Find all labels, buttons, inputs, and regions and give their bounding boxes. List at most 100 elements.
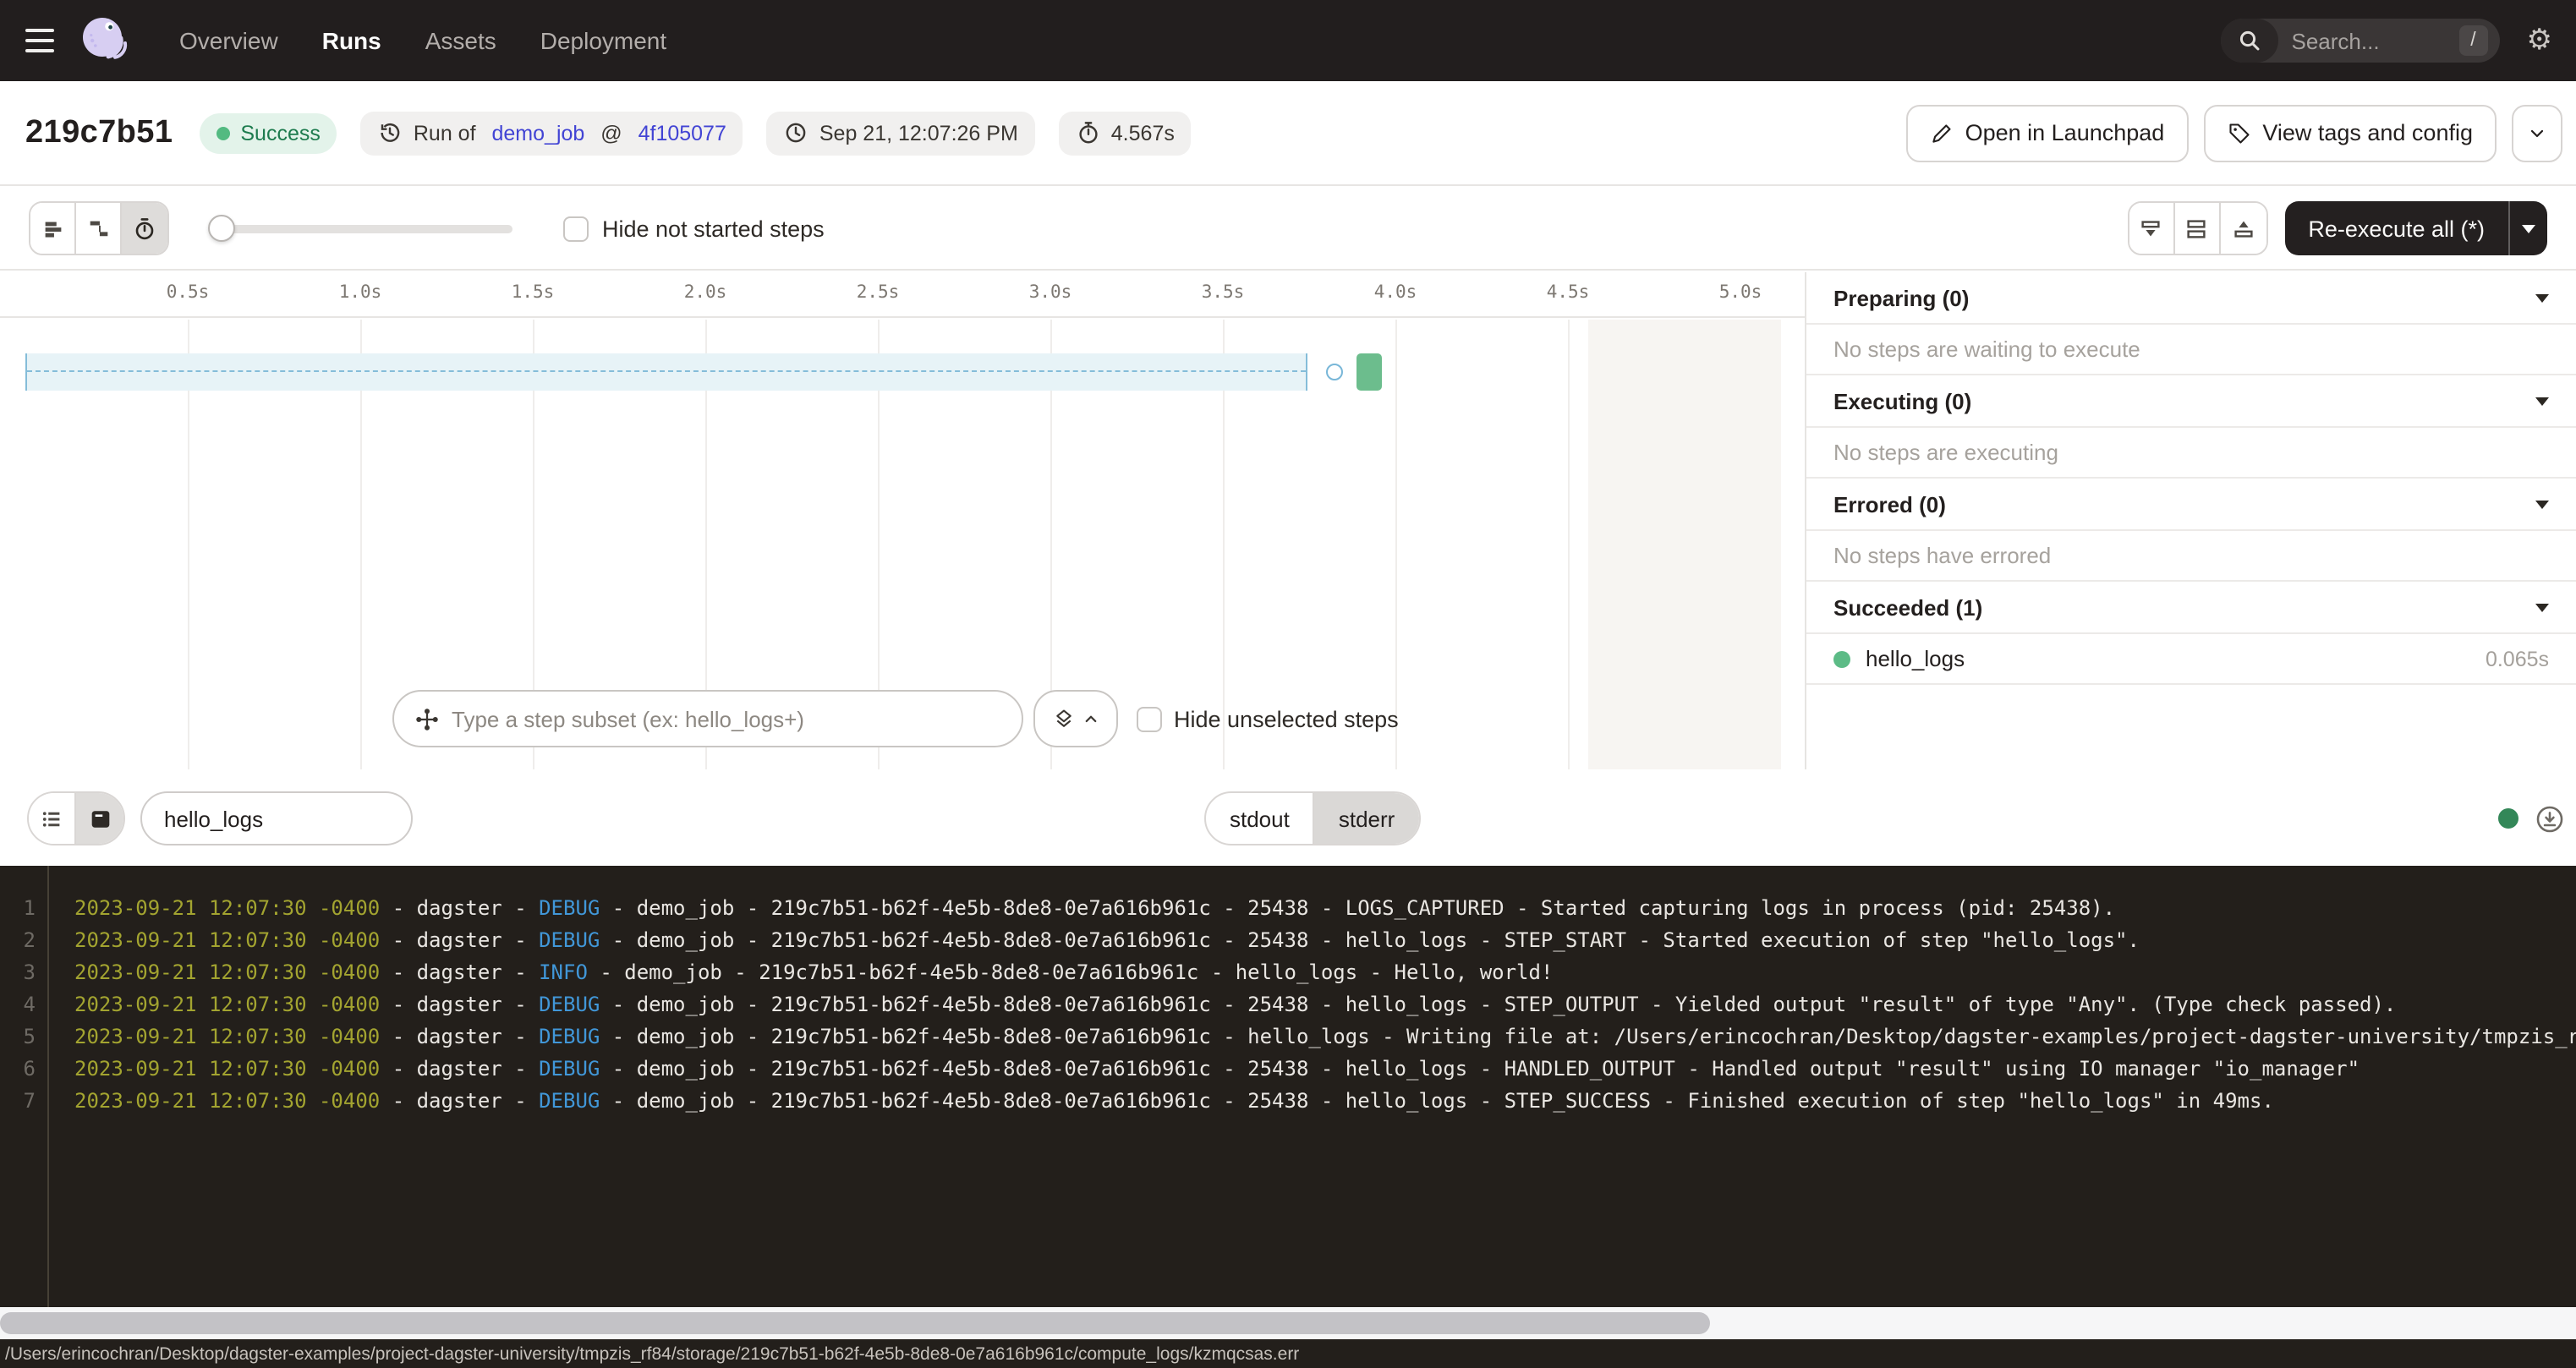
snapshot-link[interactable]: 4f105077: [639, 121, 726, 145]
timer-view-icon[interactable]: [122, 203, 167, 254]
tick-label: 1.5s: [512, 282, 555, 303]
search-shortcut-badge: /: [2459, 25, 2488, 56]
split-panels-icon[interactable]: [2174, 203, 2220, 254]
gantt-chart: 0.5s 1.0s 1.5s 2.0s 2.5s 3.0s 3.5s 4.0s …: [0, 272, 1805, 769]
op-selection-layers-button[interactable]: [1033, 690, 1118, 747]
run-of-text: Run of: [414, 121, 482, 145]
op-graph-icon: [414, 706, 440, 731]
tick-label: 0.5s: [167, 282, 210, 303]
log-line: 2023-09-21 12:07:30 -0400 - dagster - DE…: [74, 1021, 2576, 1053]
chevron-up-icon: [1080, 709, 1100, 729]
hamburger-icon[interactable]: [20, 20, 61, 61]
step-success-dot-icon: [1833, 650, 1850, 667]
at-separator: @: [595, 121, 628, 145]
step-row-hello-logs[interactable]: hello_logs 0.065s: [1806, 634, 2576, 685]
reexecute-all-button[interactable]: Re-execute all (*): [2284, 201, 2547, 255]
gear-icon[interactable]: ⚙: [2527, 26, 2553, 55]
hide-unselected-checkbox[interactable]: [1137, 706, 1162, 731]
run-header: 219c7b51 Success Run of demo_job @ 4f105…: [0, 81, 2576, 186]
nav-assets[interactable]: Assets: [425, 27, 496, 54]
section-errored[interactable]: Errored (0): [1806, 479, 2576, 531]
tab-stdout[interactable]: stdout: [1206, 793, 1315, 844]
nav-runs[interactable]: Runs: [322, 27, 381, 54]
step-waiting-bar: [25, 353, 1307, 391]
nav-overview[interactable]: Overview: [179, 27, 278, 54]
tab-stderr[interactable]: stderr: [1315, 793, 1418, 844]
gantt-timeline: 0.5s 1.0s 1.5s 2.0s 2.5s 3.0s 3.5s 4.0s …: [0, 272, 1805, 318]
tick-label: 2.0s: [684, 282, 727, 303]
step-name: hello_logs: [1866, 646, 1965, 671]
tick-label: 5.0s: [1719, 282, 1762, 303]
expand-bottom-icon[interactable]: [2220, 203, 2266, 254]
log-step-filter-input[interactable]: hello_logs: [140, 791, 413, 845]
log-line: 2023-09-21 12:07:30 -0400 - dagster - DE…: [74, 989, 2576, 1021]
step-duration: 0.065s: [2486, 647, 2549, 670]
step-subset-placeholder: Type a step subset (ex: hello_logs+): [452, 706, 804, 731]
tick-label: 2.5s: [857, 282, 900, 303]
section-succeeded[interactable]: Succeeded (1): [1806, 582, 2576, 634]
topbar: Overview Runs Assets Deployment Search..…: [0, 0, 2576, 81]
log-toolbar: hello_logs stdout stderr: [0, 771, 2576, 866]
chevron-down-icon: [2527, 123, 2547, 143]
gantt-zoom-slider[interactable]: [211, 224, 512, 233]
horizontal-scrollbar-thumb[interactable]: [0, 1312, 1710, 1334]
waterfall-view-icon[interactable]: [76, 203, 122, 254]
dagster-logo[interactable]: [78, 12, 135, 69]
log-line: 2023-09-21 12:07:30 -0400 - dagster - DE…: [74, 893, 2576, 925]
gantt-zoom-slider-knob[interactable]: [208, 214, 235, 241]
tick-label: 4.5s: [1547, 282, 1590, 303]
layers-icon: [1051, 707, 1075, 731]
tick-label: 4.0s: [1374, 282, 1417, 303]
clock-icon: [784, 120, 809, 145]
reexecute-all-label[interactable]: Re-execute all (*): [2284, 201, 2508, 255]
hide-not-started-checkbox[interactable]: [563, 216, 589, 241]
stopwatch-icon: [1076, 120, 1101, 145]
search-input[interactable]: Search... /: [2221, 19, 2500, 63]
run-id-title: 219c7b51: [25, 114, 173, 151]
view-tags-config-button[interactable]: View tags and config: [2203, 104, 2497, 161]
log-lines: 2023-09-21 12:07:30 -0400 - dagster - DE…: [51, 866, 2576, 1118]
open-in-launchpad-button[interactable]: Open in Launchpad: [1906, 104, 2189, 161]
gantt-toolbar: Hide not started steps Re-execute all (*…: [0, 188, 2576, 271]
steps-status-panel: Preparing (0) No steps are waiting to ex…: [1805, 272, 2576, 769]
chevron-down-icon: [2522, 224, 2535, 233]
log-file-path: /Users/erincochran/Desktop/dagster-examp…: [5, 1343, 1299, 1364]
search-placeholder: Search...: [2292, 28, 2380, 53]
run-of-pill: Run of demo_job @ 4f105077: [361, 111, 743, 155]
hide-unselected-label[interactable]: Hide unselected steps: [1174, 706, 1399, 731]
open-in-launchpad-label: Open in Launchpad: [1965, 120, 2165, 145]
collapse-bottom-icon[interactable]: [2129, 203, 2174, 254]
section-title: Errored (0): [1833, 491, 1946, 517]
chevron-down-icon: [2535, 397, 2549, 405]
main-nav: Overview Runs Assets Deployment: [179, 27, 666, 54]
log-line: 2023-09-21 12:07:30 -0400 - dagster - DE…: [74, 925, 2576, 957]
step-subset-input[interactable]: Type a step subset (ex: hello_logs+): [392, 690, 1023, 747]
view-tags-config-label: View tags and config: [2262, 120, 2473, 145]
reexecute-menu-button[interactable]: [2508, 201, 2547, 255]
log-view-mode-group: [27, 791, 125, 845]
log-toolbar-right: [2498, 791, 2564, 845]
step-marker-circle: [1326, 364, 1343, 380]
nav-deployment[interactable]: Deployment: [540, 27, 666, 54]
list-view-icon[interactable]: [29, 793, 76, 844]
waiting-dashed-line: [27, 370, 1306, 372]
step-bar-hello-logs[interactable]: [1357, 353, 1382, 391]
hide-not-started-label[interactable]: Hide not started steps: [602, 216, 825, 241]
timestamp-label: Sep 21, 12:07:26 PM: [819, 121, 1018, 145]
log-step-filter-value: hello_logs: [164, 806, 263, 831]
log-line: 2023-09-21 12:07:30 -0400 - dagster - DE…: [74, 1086, 2576, 1118]
flat-view-icon[interactable]: [30, 203, 76, 254]
raw-view-icon[interactable]: [76, 793, 123, 844]
run-actions-menu-button[interactable]: [2512, 104, 2562, 161]
section-preparing[interactable]: Preparing (0): [1806, 272, 2576, 325]
section-preparing-empty: No steps are waiting to execute: [1806, 325, 2576, 375]
status-label: Success: [240, 121, 321, 145]
log-line: 2023-09-21 12:07:30 -0400 - dagster - IN…: [74, 957, 2576, 989]
section-executing[interactable]: Executing (0): [1806, 375, 2576, 428]
download-icon[interactable]: [2535, 804, 2564, 833]
log-line-number-gutter: 1234567: [0, 866, 49, 1307]
search-icon: [2221, 19, 2278, 63]
dagster-run-page: Overview Runs Assets Deployment Search..…: [0, 0, 2576, 1368]
job-link[interactable]: demo_job: [492, 121, 585, 145]
section-executing-empty: No steps are executing: [1806, 428, 2576, 479]
